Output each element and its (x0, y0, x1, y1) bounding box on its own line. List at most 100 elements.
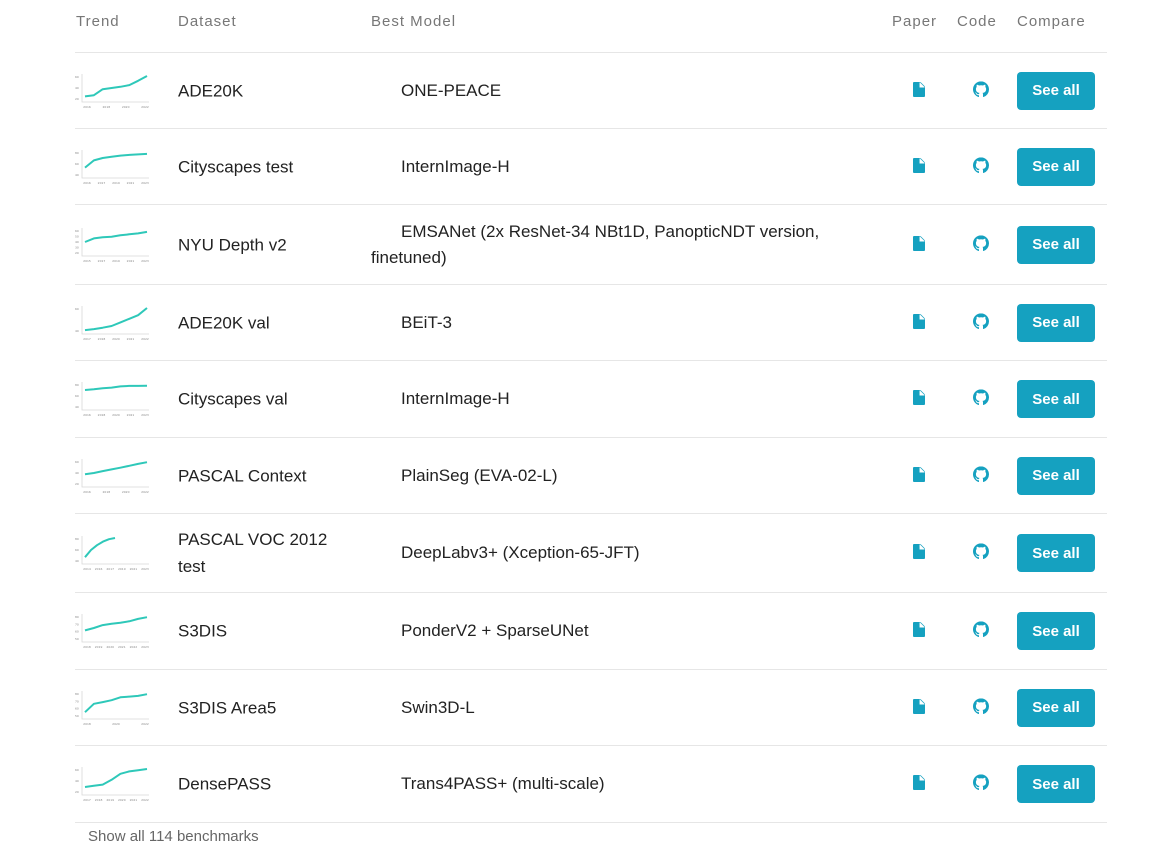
trend-sparkline: 80 60 40 2016 2017 2019 2021 2023 (75, 149, 149, 185)
trend-x-tick: 2016 (83, 413, 91, 417)
trend-y-tick: 40 (75, 86, 79, 90)
see-all-button[interactable]: See all (1017, 456, 1095, 495)
dataset-name[interactable]: S3DIS Area5 (178, 694, 348, 721)
dataset-name[interactable]: DensePASS (178, 771, 348, 798)
trend-y-tick: 60 (75, 229, 79, 233)
trend-y-tick: 40 (75, 405, 79, 409)
paper-icon[interactable] (913, 544, 925, 559)
trend-x-tick: 2020 (122, 490, 130, 494)
trend-x-tick: 2023 (141, 645, 149, 649)
dataset-name[interactable]: S3DIS (178, 618, 348, 645)
table-row: 60 40 2017 2018 2020 2021 2022 ADE20K val BEiT-3… (75, 285, 1107, 361)
github-icon[interactable] (973, 543, 989, 560)
trend-x-tick: 2023 (141, 567, 149, 571)
github-icon[interactable] (973, 465, 989, 482)
trend-y-tick: 60 (75, 162, 79, 166)
dataset-name[interactable]: ADE20K val (178, 309, 348, 336)
paper-icon[interactable] (913, 466, 925, 482)
trend-x-tick: 2017 (83, 798, 91, 802)
trend-x-tick: 2021 (118, 645, 126, 649)
trend-x-tick: 2016 (83, 105, 91, 109)
trend-y-tick: 60 (75, 394, 79, 398)
github-icon[interactable] (973, 156, 989, 173)
dataset-name[interactable]: PASCAL VOC 2012 test (178, 526, 348, 580)
paper-icon[interactable] (913, 235, 925, 251)
dataset-name[interactable]: ADE20K (178, 77, 348, 104)
paper-icon[interactable] (913, 390, 925, 405)
trend-y-tick: 70 (75, 699, 79, 703)
see-all-button[interactable]: See all (1017, 612, 1095, 650)
best-model-name[interactable]: Swin3D-L (371, 695, 841, 721)
github-icon[interactable] (973, 389, 989, 406)
github-icon[interactable] (973, 621, 989, 638)
best-model-name[interactable]: PlainSeg (EVA-02-L) (371, 463, 841, 489)
trend-axes (81, 767, 149, 796)
trend-x-tick: 2018 (83, 722, 91, 726)
trend-sparkline: 80 60 40 2016 2018 2020 2021 2023 (75, 382, 149, 417)
trend-line (84, 384, 148, 391)
trend-y-tick: 20 (75, 251, 79, 255)
trend-x-tick: 2019 (118, 567, 126, 571)
trend-x-tick: 2017 (98, 259, 106, 263)
github-icon[interactable] (973, 774, 989, 791)
trend-x-tick: 2022 (141, 722, 149, 726)
trend-y-tick: 40 (75, 329, 79, 333)
paper-icon[interactable] (913, 775, 925, 790)
see-all-button[interactable]: See all (1017, 225, 1095, 264)
paper-icon[interactable] (913, 698, 925, 714)
github-icon[interactable] (973, 80, 989, 97)
trend-x-tick: 2015 (83, 259, 91, 263)
best-model-name[interactable]: DeepLabv3+ (Xception-65-JFT) (371, 540, 841, 566)
paper-icon[interactable] (913, 81, 925, 97)
paper-icon[interactable] (913, 622, 925, 637)
trend-line (84, 460, 148, 475)
see-all-button[interactable]: See all (1017, 380, 1095, 418)
see-all-button[interactable]: See all (1017, 71, 1095, 110)
best-model-name[interactable]: InternImage-H (371, 386, 841, 412)
header-compare: Compare (1017, 13, 1086, 30)
header-code: Code (957, 13, 997, 30)
see-all-button[interactable]: See all (1017, 303, 1095, 342)
trend-sparkline: 6050 4030 20 2015 2017 2019 2021 2023 (75, 227, 149, 263)
best-model-name[interactable]: InternImage-H (371, 154, 841, 180)
table-row: 80 70 60 50 2018 2020 2022 S3DIS Area5 Swin3D-L S… (75, 670, 1107, 746)
paper-icon[interactable] (913, 313, 925, 329)
paper-icon[interactable] (913, 157, 925, 173)
best-model-name[interactable]: EMSANet (2x ResNet-34 NBt1D, PanopticNDT… (371, 219, 841, 271)
github-icon[interactable] (973, 697, 989, 714)
best-model-name[interactable]: BEiT-3 (371, 310, 841, 336)
trend-y-tick: 20 (75, 790, 79, 794)
trend-y-tick: 80 (75, 615, 79, 619)
trend-y-tick: 60 (75, 307, 79, 311)
show-all-benchmarks-link[interactable]: Show all 114 benchmarks (88, 828, 259, 845)
see-all-button[interactable]: See all (1017, 765, 1095, 803)
see-all-button[interactable]: See all (1017, 534, 1095, 572)
dataset-name[interactable]: NYU Depth v2 (178, 231, 348, 258)
github-icon[interactable] (973, 234, 989, 251)
trend-x-tick: 2017 (106, 567, 114, 571)
dataset-name[interactable]: Cityscapes test (178, 153, 348, 180)
trend-axes (81, 227, 149, 256)
trend-sparkline: 60 40 20 2016 2018 2020 2022 (75, 73, 149, 109)
trend-sparkline: 60 40 20 2016 2018 2020 2022 (75, 458, 149, 494)
trend-y-tick: 70 (75, 622, 79, 626)
see-all-button[interactable]: See all (1017, 147, 1095, 186)
dataset-name[interactable]: PASCAL Context (178, 462, 348, 489)
trend-x-tick: 2019 (106, 798, 114, 802)
trend-y-tick: 80 (75, 692, 79, 696)
best-model-name[interactable]: Trans4PASS+ (multi-scale) (371, 771, 841, 797)
table-body: 60 40 20 2016 2018 2020 2022 ADE20K ONE-PEACE See… (75, 53, 1107, 823)
best-model-name[interactable]: PonderV2 + SparseUNet (371, 618, 841, 644)
trend-line (84, 306, 148, 331)
table-header: Trend Dataset Best Model Paper Code Comp… (75, 0, 1107, 53)
trend-y-tick: 60 (75, 768, 79, 772)
trend-x-tick: 2020 (118, 798, 126, 802)
trend-y-tick: 60 (75, 460, 79, 464)
github-icon[interactable] (973, 312, 989, 329)
dataset-name[interactable]: Cityscapes val (178, 386, 348, 413)
trend-x-tick: 2018 (83, 645, 91, 649)
best-model-name[interactable]: ONE-PEACE (371, 78, 841, 104)
trend-sparkline: 60 40 2017 2018 2020 2021 2022 (75, 305, 149, 341)
see-all-button[interactable]: See all (1017, 688, 1095, 727)
trend-x-tick: 2019 (112, 259, 120, 263)
